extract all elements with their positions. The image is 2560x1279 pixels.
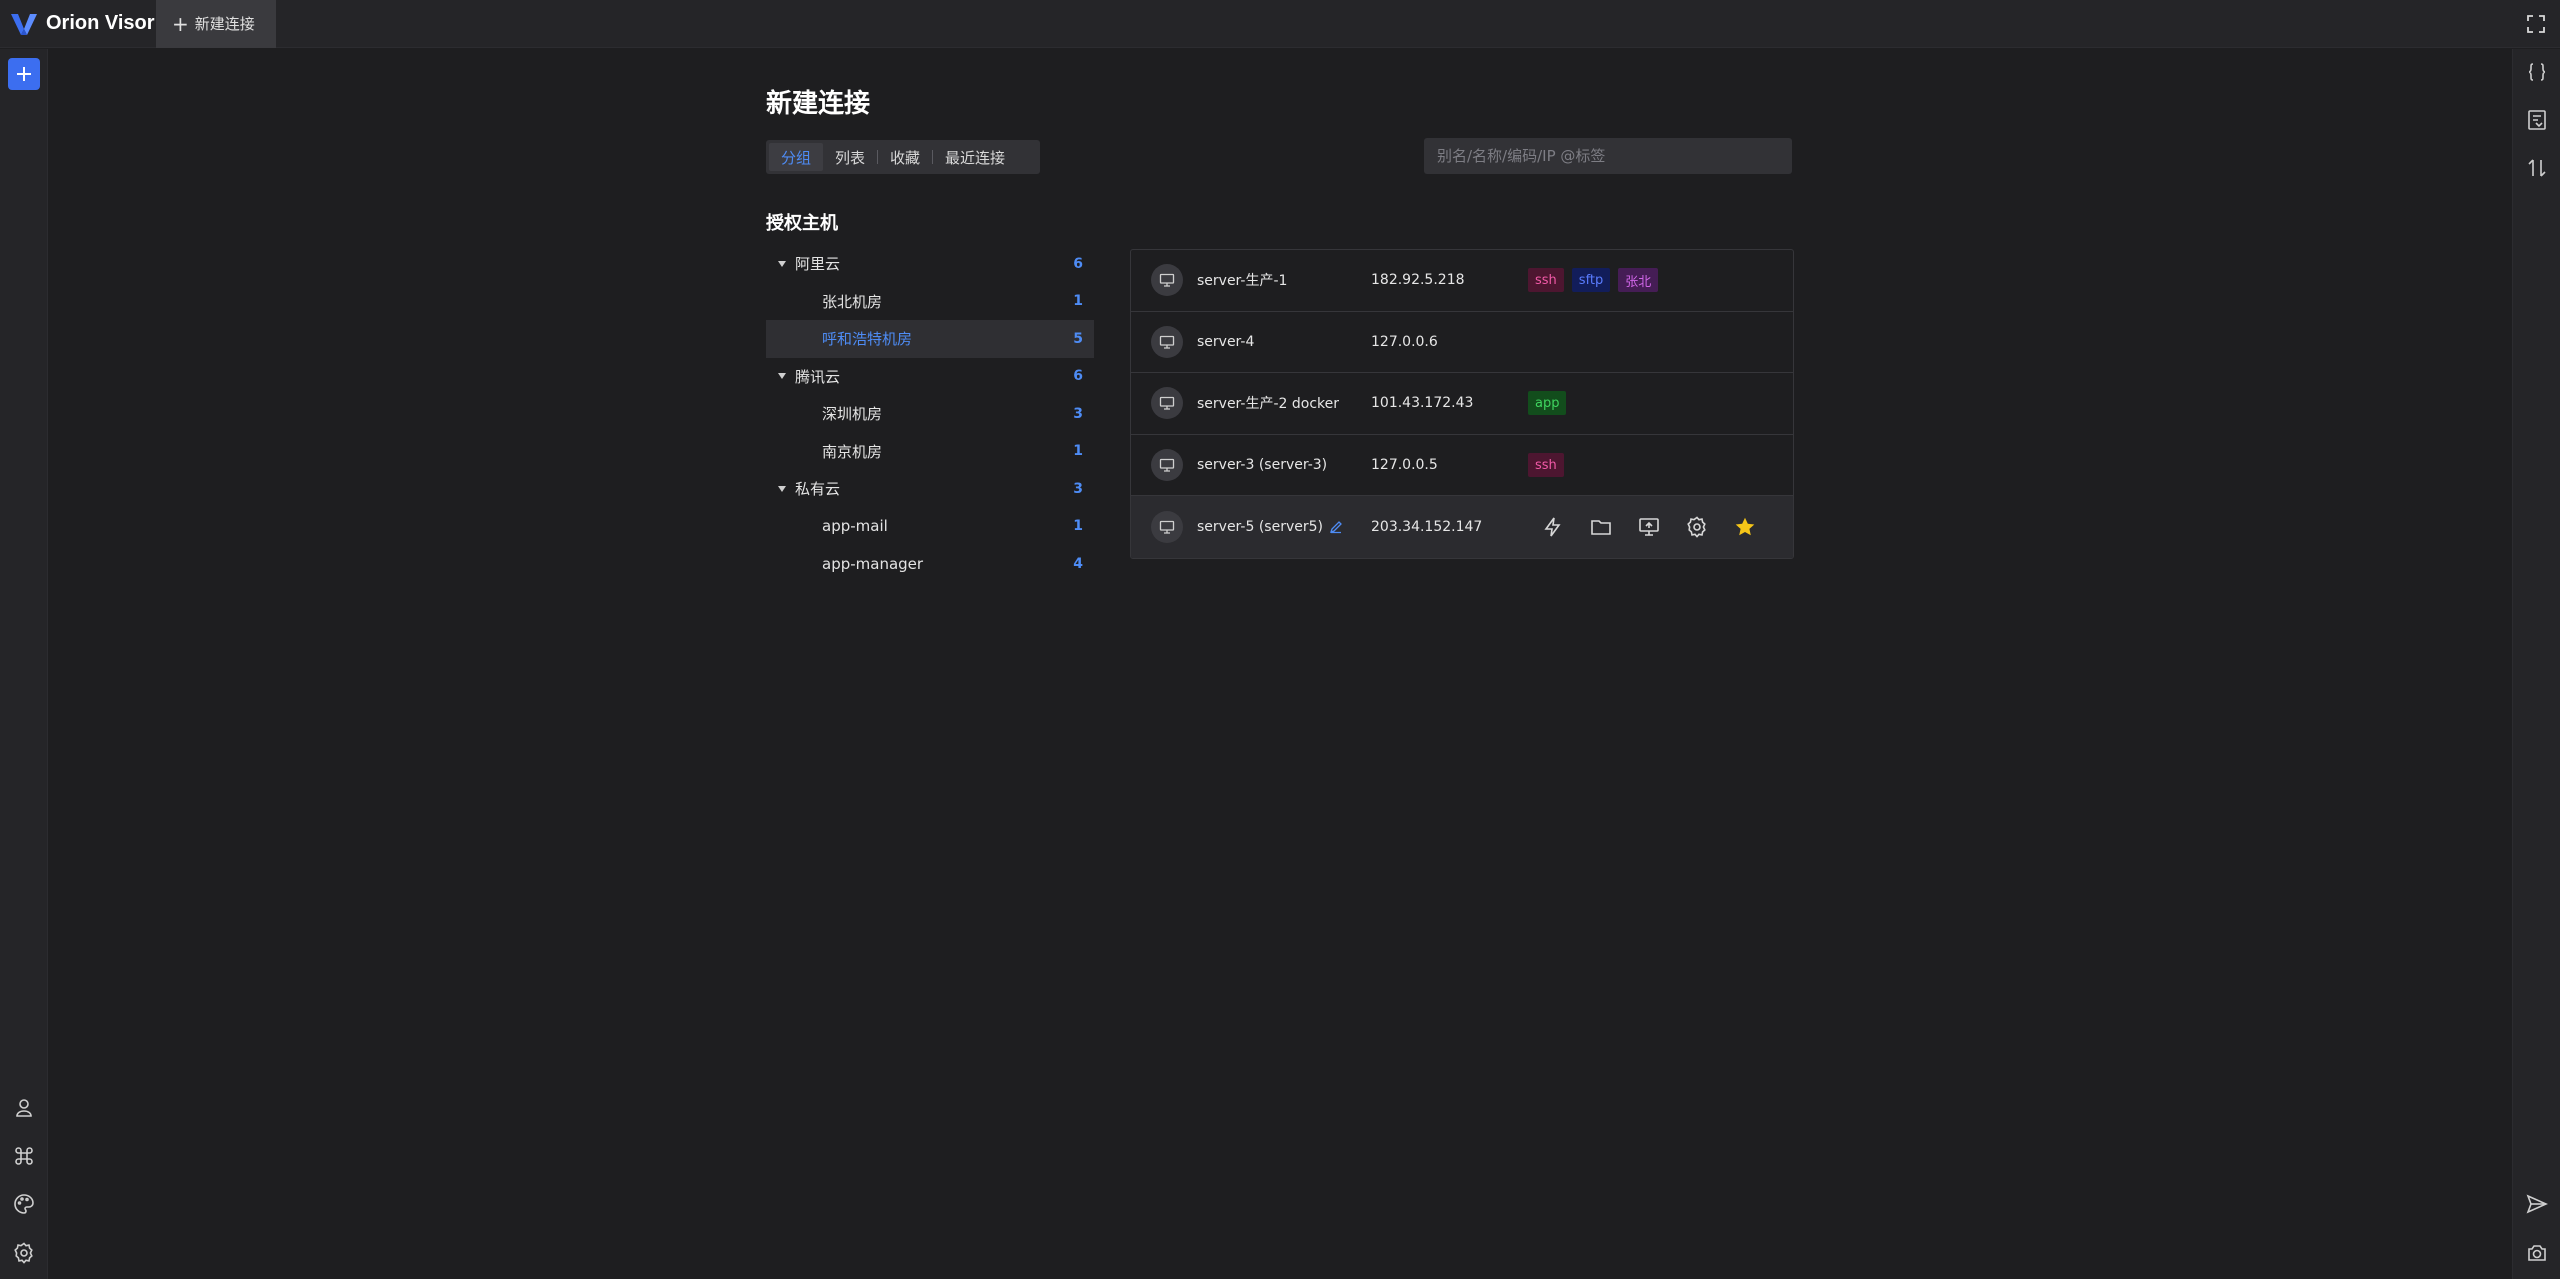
group-tree: 阿里云 6 张北机房 1 呼和浩特机房 5 腾讯云 6 深圳机房 3 南京机房 …	[766, 245, 1094, 583]
host-name: server-生产-1	[1197, 273, 1288, 290]
top-bar: Orion Visor + 新建连接	[0, 0, 2560, 48]
host-list: server-生产-1 182.92.5.218 ssh sftp 张北 ser…	[1130, 249, 1794, 559]
host-ip: 101.43.172.43	[1371, 395, 1474, 412]
host-name-text: server-5 (server5)	[1197, 519, 1323, 536]
tree-group-private-cloud[interactable]: 私有云 3	[766, 470, 1094, 508]
view-mode-recent[interactable]: 最近连接	[933, 143, 1017, 171]
tree-count: 3	[1073, 405, 1083, 422]
desktop-icon	[1151, 511, 1183, 544]
tree-label: 呼和浩特机房	[822, 330, 913, 349]
tree-count: 1	[1073, 443, 1083, 460]
host-tags: app	[1528, 391, 1567, 416]
tree-label: app-manager	[822, 554, 924, 573]
tree-group-aliyun[interactable]: 阿里云 6	[766, 245, 1094, 283]
tag: ssh	[1528, 268, 1564, 293]
plus-icon: +	[172, 11, 189, 36]
tree-count: 1	[1073, 518, 1083, 535]
main-content: 新建连接 分组 列表 收藏 最近连接 授权主机 阿里云 6 张北机房 1 呼和浩…	[48, 49, 2512, 1279]
host-row[interactable]: server-4 127.0.0.6	[1131, 312, 1793, 374]
tree-label: 腾讯云	[795, 367, 841, 386]
logo-icon	[11, 13, 37, 35]
screenshot-icon[interactable]	[2525, 1241, 2549, 1265]
search-input[interactable]	[1424, 138, 1792, 174]
tree-count: 6	[1073, 368, 1083, 385]
tree-label: 私有云	[795, 480, 841, 499]
tree-label: 南京机房	[822, 442, 883, 461]
caret-down-icon[interactable]	[778, 260, 786, 267]
host-row[interactable]: server-生产-1 182.92.5.218 ssh sftp 张北	[1131, 250, 1793, 312]
tree-item-zhangbei[interactable]: 张北机房 1	[766, 283, 1094, 321]
tree-count: 5	[1073, 330, 1083, 347]
tree-count: 4	[1073, 555, 1083, 572]
tree-count: 6	[1073, 255, 1083, 272]
host-name: server-3 (server-3)	[1197, 457, 1328, 474]
host-row[interactable]: server-生产-2 docker 101.43.172.43 app	[1131, 373, 1793, 435]
host-tags: ssh sftp 张北	[1528, 268, 1659, 293]
host-row[interactable]: server-5 (server5) 203.34.152.147	[1131, 496, 1793, 558]
tree-count: 1	[1073, 293, 1083, 310]
monitor-share-icon[interactable]	[1637, 515, 1661, 539]
host-ip: 127.0.0.6	[1371, 333, 1438, 350]
view-mode-switcher: 分组 列表 收藏 最近连接	[766, 140, 1040, 174]
view-mode-group[interactable]: 分组	[769, 143, 824, 171]
host-name: server-5 (server5)	[1197, 519, 1343, 535]
page-title: 新建连接	[766, 89, 871, 119]
desktop-icon	[1151, 387, 1183, 420]
command-icon[interactable]	[12, 1144, 36, 1168]
tree-label: app-mail	[822, 517, 888, 536]
view-mode-list[interactable]: 列表	[823, 143, 877, 171]
tree-item-shenzhen[interactable]: 深圳机房 3	[766, 395, 1094, 433]
settings-icon[interactable]	[12, 1241, 36, 1265]
tree-item-huhehaote[interactable]: 呼和浩特机房 5	[766, 320, 1094, 358]
host-actions	[1541, 515, 1757, 539]
tab-new-connection[interactable]: + 新建连接	[156, 0, 276, 48]
palette-icon[interactable]	[12, 1192, 36, 1216]
tree-label: 阿里云	[795, 255, 841, 274]
tree-item-app-manager[interactable]: app-manager 4	[766, 545, 1094, 583]
section-title: 授权主机	[766, 213, 838, 234]
caret-down-icon[interactable]	[778, 485, 786, 492]
braces-icon[interactable]	[2525, 60, 2549, 84]
plus-icon	[17, 67, 31, 81]
tag: ssh	[1528, 453, 1564, 478]
host-ip: 127.0.0.5	[1371, 457, 1438, 474]
host-name: server-4	[1197, 333, 1255, 350]
host-tags: ssh	[1528, 453, 1564, 478]
tree-item-app-mail[interactable]: app-mail 1	[766, 508, 1094, 546]
settings-icon[interactable]	[1685, 515, 1709, 539]
host-ip: 203.34.152.147	[1371, 519, 1483, 536]
caret-down-icon[interactable]	[778, 373, 786, 380]
snippet-icon[interactable]	[2525, 108, 2549, 132]
desktop-icon	[1151, 449, 1183, 482]
tree-item-nanjing[interactable]: 南京机房 1	[766, 433, 1094, 471]
tree-group-tencent[interactable]: 腾讯云 6	[766, 358, 1094, 396]
folder-icon[interactable]	[1589, 515, 1613, 539]
tag: 张北	[1618, 268, 1659, 293]
tab-label: 新建连接	[194, 15, 255, 33]
host-name: server-生产-2 docker	[1197, 396, 1340, 413]
tag: sftp	[1571, 268, 1611, 293]
app-name: Orion Visor	[46, 12, 155, 34]
lightning-icon[interactable]	[1541, 515, 1565, 539]
tree-label: 深圳机房	[822, 405, 883, 424]
desktop-icon	[1151, 325, 1183, 358]
user-icon[interactable]	[12, 1096, 36, 1120]
brand: Orion Visor	[0, 0, 156, 48]
edit-icon[interactable]	[1329, 520, 1343, 534]
send-icon[interactable]	[2525, 1192, 2549, 1216]
tree-label: 张北机房	[822, 292, 883, 311]
desktop-icon	[1151, 264, 1183, 297]
left-sidebar	[0, 49, 48, 1279]
host-row[interactable]: server-3 (server-3) 127.0.0.5 ssh	[1131, 435, 1793, 497]
new-connection-button[interactable]	[8, 58, 40, 90]
tree-count: 3	[1073, 480, 1083, 497]
tag: app	[1528, 391, 1567, 416]
transfer-icon[interactable]	[2525, 156, 2549, 180]
right-sidebar	[2512, 49, 2560, 1279]
star-icon[interactable]	[1733, 515, 1757, 539]
host-ip: 182.92.5.218	[1371, 272, 1465, 289]
view-mode-favorites[interactable]: 收藏	[878, 143, 932, 171]
fullscreen-icon[interactable]	[2524, 12, 2548, 36]
